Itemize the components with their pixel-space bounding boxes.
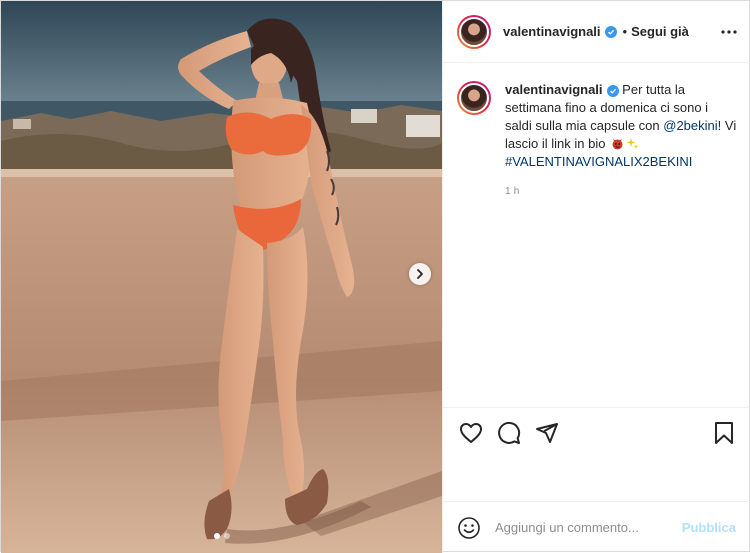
caption-body: valentinavignali Per tutta la settimana …	[505, 81, 738, 201]
following-button[interactable]: Segui già	[631, 24, 689, 39]
like-button[interactable]	[457, 419, 485, 447]
devil-emoji-icon	[612, 139, 623, 150]
more-options-button[interactable]	[720, 23, 738, 41]
avatar-image	[459, 16, 489, 47]
share-icon	[536, 422, 558, 443]
sparkles-emoji-icon	[626, 138, 639, 149]
post-header: valentinavignali • Segui già	[443, 1, 750, 63]
post-photo[interactable]	[1, 1, 442, 553]
caption-username[interactable]: valentinavignali	[505, 82, 603, 97]
caption-avatar[interactable]	[457, 81, 491, 115]
publish-button[interactable]: Pubblica	[682, 520, 736, 535]
carousel-dot-active	[213, 533, 220, 539]
comment-button[interactable]	[495, 419, 523, 447]
verified-badge-icon	[604, 25, 617, 38]
share-button[interactable]	[533, 419, 561, 447]
add-comment-bar: Pubblica	[443, 501, 750, 553]
photo-illustration	[1, 1, 442, 553]
smile-icon[interactable]	[457, 516, 481, 540]
comment-icon	[498, 421, 521, 444]
mention-link[interactable]: @2bekini	[663, 118, 717, 133]
author-avatar[interactable]	[457, 14, 491, 49]
heart-icon	[460, 422, 482, 443]
header-separator: •	[622, 24, 628, 39]
verified-badge-icon	[606, 85, 619, 97]
comments-area: valentinavignali Per tutta la settimana …	[443, 63, 750, 407]
carousel-next-button[interactable]	[409, 263, 431, 285]
carousel-dot	[223, 533, 230, 539]
caption-timestamp[interactable]: 1 h	[505, 183, 738, 201]
comment-input[interactable]	[495, 520, 682, 535]
carousel-indicator	[1, 533, 442, 539]
avatar-image	[459, 83, 489, 113]
bookmark-icon	[715, 421, 733, 444]
hashtag-link[interactable]: #VALENTINAVIGNALIX2BEKINI	[505, 154, 692, 169]
action-bar	[443, 407, 750, 457]
save-button[interactable]	[710, 419, 738, 447]
more-icon	[721, 30, 737, 34]
instagram-post: valentinavignali • Segui già valentinavi…	[0, 0, 750, 553]
caption: valentinavignali Per tutta la settimana …	[457, 81, 738, 201]
author-username[interactable]: valentinavignali	[503, 24, 601, 39]
chevron-right-icon	[417, 269, 423, 279]
post-side-panel: valentinavignali • Segui già valentinavi…	[442, 1, 750, 553]
